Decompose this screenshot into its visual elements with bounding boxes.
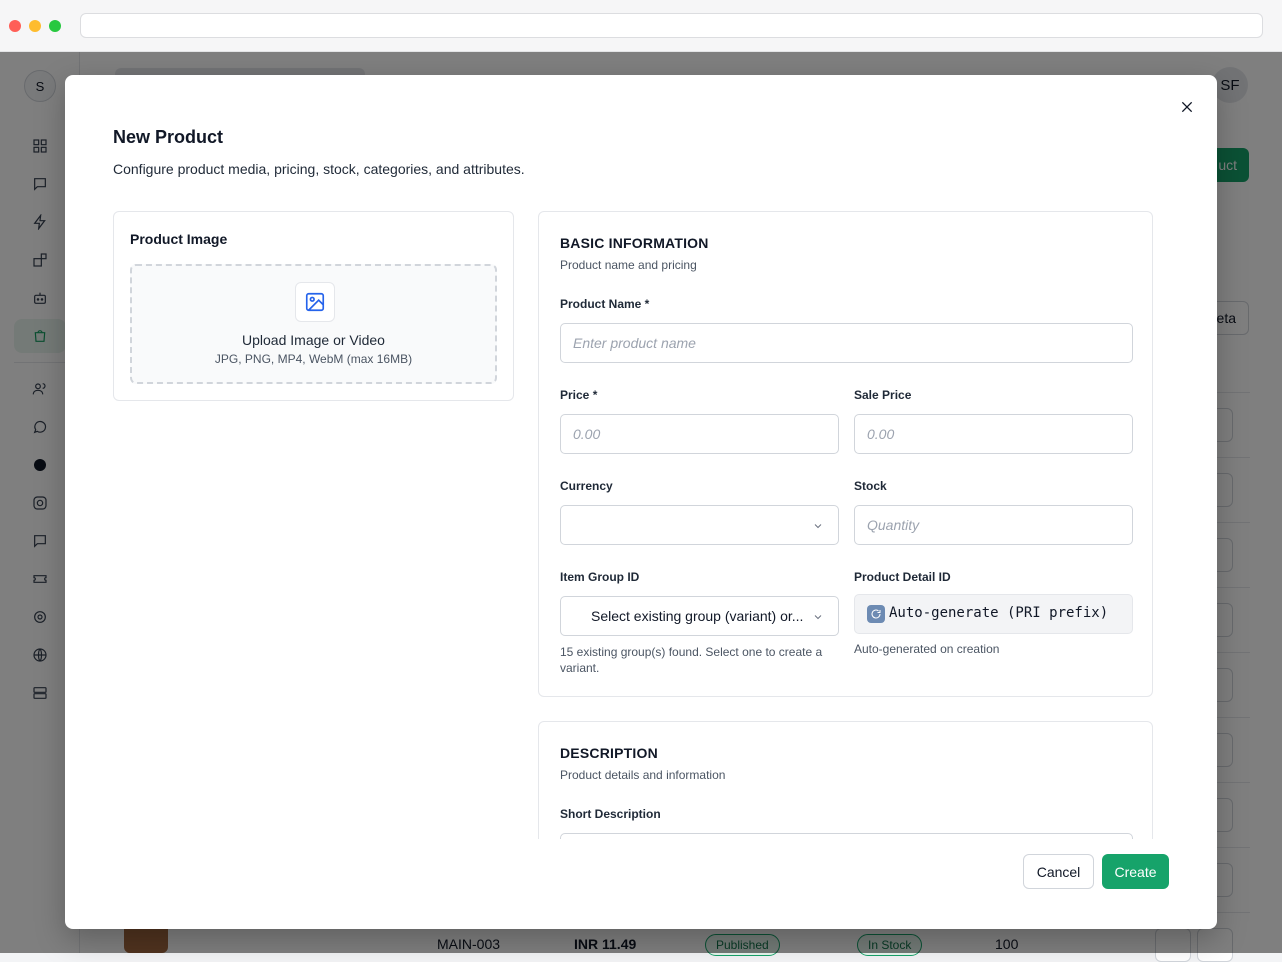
price-input[interactable] (560, 414, 839, 454)
stock-input[interactable] (854, 505, 1133, 545)
dialog-subtitle: Configure product media, pricing, stock,… (113, 161, 525, 177)
item-group-help: 15 existing group(s) found. Select one t… (560, 645, 823, 675)
description-title: DESCRIPTION (560, 745, 658, 761)
dialog-scroll-area[interactable]: Product Image Upload Image or Video JPG,… (65, 211, 1217, 839)
sale-price-label: Sale Price (854, 388, 912, 402)
dialog-title: New Product (113, 127, 224, 147)
product-image-card: Product Image Upload Image or Video JPG,… (113, 211, 514, 401)
short-description-input[interactable] (560, 833, 1133, 839)
upload-dropzone[interactable]: Upload Image or Video JPG, PNG, MP4, Web… (130, 264, 497, 384)
item-group-select[interactable]: Select existing group (variant) or... (560, 596, 839, 636)
currency-select[interactable] (560, 505, 839, 545)
new-product-dialog: New Product Configure product media, pri… (65, 75, 1217, 929)
upload-hint: JPG, PNG, MP4, WebM (max 16MB) (214, 352, 413, 366)
close-icon (1181, 101, 1193, 113)
currency-label: Currency (560, 479, 613, 493)
description-subtitle: Product details and information (560, 768, 726, 782)
basic-information-card: BASIC INFORMATION Product name and prici… (538, 211, 1153, 697)
chevron-down-icon (812, 610, 824, 622)
window-close-dot[interactable] (9, 20, 21, 32)
product-image-title: Product Image (130, 231, 228, 247)
window-maximize-dot[interactable] (49, 20, 61, 32)
description-card: DESCRIPTION Product details and informat… (538, 721, 1153, 839)
basic-information-title: BASIC INFORMATION (560, 235, 709, 251)
chevron-down-icon (812, 519, 824, 531)
item-group-value: Select existing group (variant) or... (591, 608, 804, 624)
product-name-label: Product Name * (560, 297, 650, 311)
upload-title: Upload Image or Video (242, 332, 385, 348)
product-detail-id-value: Auto-generate (PRI prefix) (889, 605, 1109, 621)
refresh-icon (867, 605, 885, 623)
image-icon (295, 282, 335, 322)
stock-label: Stock (854, 479, 887, 493)
close-button[interactable] (1175, 95, 1199, 119)
cancel-button[interactable]: Cancel (1023, 854, 1094, 889)
price-label: Price * (560, 388, 598, 402)
product-name-input[interactable] (560, 323, 1133, 363)
browser-chrome (0, 0, 1282, 52)
product-detail-id-label: Product Detail ID (854, 570, 951, 584)
address-bar[interactable] (80, 13, 1263, 38)
window-minimize-dot[interactable] (29, 20, 41, 32)
basic-information-subtitle: Product name and pricing (560, 258, 697, 272)
item-group-label: Item Group ID (560, 570, 640, 584)
short-description-label: Short Description (560, 807, 661, 821)
sale-price-input[interactable] (854, 414, 1133, 454)
product-detail-id-help: Auto-generated on creation (854, 642, 1000, 656)
product-detail-id-field: Auto-generate (PRI prefix) (854, 594, 1133, 634)
create-button[interactable]: Create (1102, 854, 1169, 889)
